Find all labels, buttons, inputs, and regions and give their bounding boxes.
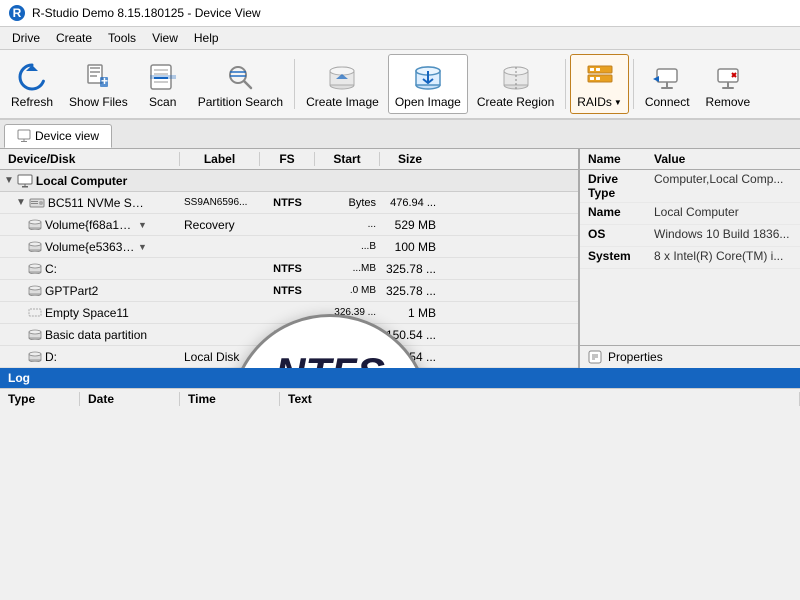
create-region-icon [498, 59, 534, 95]
right-header-value: Value [650, 152, 800, 166]
row-device-name: D: [45, 350, 57, 364]
row-dropdown-arrow[interactable]: ▼ [138, 220, 147, 230]
properties-label: Properties [608, 350, 663, 364]
open-image-button[interactable]: Open Image [388, 54, 468, 114]
header-start: Start [315, 152, 380, 166]
connect-icon [649, 59, 685, 95]
row-dropdown-arrow[interactable]: ▼ [138, 242, 147, 252]
menu-create[interactable]: Create [48, 29, 100, 47]
computer-icon [17, 174, 33, 188]
device-view-tab[interactable]: Device view [4, 124, 112, 148]
row-device-name: Volume{f68a1b5c-... [45, 218, 135, 232]
table-row[interactable]: Volume{e5363825... ▼ ...B 100 MB [0, 236, 578, 258]
title-bar: R R-Studio Demo 8.15.180125 - Device Vie… [0, 0, 800, 27]
table-row[interactable]: C: NTFS ...MB 325.78 ... [0, 258, 578, 280]
volume-icon [28, 351, 42, 362]
create-region-button[interactable]: Create Region [470, 54, 561, 114]
table-row[interactable]: GPTPart2 NTFS .0 MB 325.78 ... [0, 280, 578, 302]
raids-button[interactable]: RAIDs ▼ [570, 54, 629, 114]
right-panel-row: Drive Type Computer,Local Comp... [580, 170, 800, 203]
show-files-icon: + [80, 59, 116, 95]
right-panel-row: OS Windows 10 Build 1836... [580, 225, 800, 247]
log-col-type: Type [0, 392, 80, 406]
remove-button[interactable]: Remove [699, 54, 758, 114]
log-bar: Log [0, 368, 800, 388]
log-footer: Type Date Time Text [0, 388, 800, 409]
svg-text:+: + [101, 74, 108, 88]
header-label: Label [180, 152, 260, 166]
expand-icon[interactable]: ▼ [4, 175, 14, 186]
raids-dropdown-arrow[interactable]: ▼ [614, 98, 622, 107]
right-header-name: Name [580, 152, 650, 166]
volume-icon [28, 219, 42, 230]
right-panel-footer[interactable]: Properties [580, 345, 800, 368]
create-image-icon [324, 59, 360, 95]
expand-icon[interactable]: ▼ [16, 197, 26, 208]
log-col-time: Time [180, 392, 280, 406]
table-row[interactable]: Volume{f68a1b5c-... ▼ Recovery ... 529 M… [0, 214, 578, 236]
row-device-name: Volume{e5363825... [45, 240, 135, 254]
separator-1 [294, 59, 295, 109]
open-image-icon [410, 59, 446, 95]
partition-search-icon [222, 59, 258, 95]
tab-bar: Device view [0, 120, 800, 149]
header-size: Size [380, 152, 440, 166]
partition-search-button[interactable]: Partition Search [191, 54, 290, 114]
toolbar: Refresh + Show Files [0, 50, 800, 120]
group-row-local-computer[interactable]: ▼ Local Computer [0, 170, 578, 192]
show-files-button[interactable]: + Show Files [62, 54, 135, 114]
menu-view[interactable]: View [144, 29, 186, 47]
header-fs: FS [260, 152, 315, 166]
row-device-name: Empty Space11 [45, 306, 129, 320]
right-panel-header: Name Value [580, 149, 800, 170]
header-device: Device/Disk [0, 152, 180, 166]
hdd-icon [29, 197, 45, 209]
volume-icon [28, 329, 42, 340]
raids-icon [582, 59, 618, 95]
scan-icon [145, 59, 181, 95]
table-row[interactable]: Basic data partition BitL... 326.39 ... … [0, 324, 578, 346]
refresh-icon [14, 59, 50, 95]
main-content: Device/Disk Label FS Start Size ▼ [0, 149, 800, 368]
separator-2 [565, 59, 566, 109]
log-label: Log [8, 371, 30, 385]
row-device-name: BC511 NVMe SK hyni... [48, 196, 148, 210]
empty-space-icon [28, 307, 42, 318]
properties-icon [588, 350, 602, 364]
right-panel-row: Name Local Computer [580, 203, 800, 225]
menu-help[interactable]: Help [186, 29, 227, 47]
row-device-name: Basic data partition [45, 328, 147, 342]
volume-icon [28, 285, 42, 296]
volume-icon [28, 241, 42, 252]
log-col-date: Date [80, 392, 180, 406]
right-panel-body: Drive Type Computer,Local Comp... Name L… [580, 170, 800, 345]
table-row[interactable]: ▼ BC511 NVMe SK hyni... SS9AN6596... NTF… [0, 192, 578, 214]
table-header: Device/Disk Label FS Start Size [0, 149, 578, 170]
right-panel: Name Value Drive Type Computer,Local Com… [580, 149, 800, 368]
row-device-name: C: [45, 262, 57, 276]
log-col-text: Text [280, 392, 800, 406]
menu-tools[interactable]: Tools [100, 29, 144, 47]
right-panel-row: System 8 x Intel(R) Core(TM) i... [580, 247, 800, 269]
row-device-name: GPTPart2 [45, 284, 98, 298]
svg-text:R: R [13, 6, 22, 20]
separator-3 [633, 59, 634, 109]
menu-drive[interactable]: Drive [4, 29, 48, 47]
connect-button[interactable]: Connect [638, 54, 697, 114]
volume-icon [28, 263, 42, 274]
table-body: ▼ Local Computer ▼ [0, 170, 578, 368]
window-title: R-Studio Demo 8.15.180125 - Device View [32, 6, 261, 20]
device-view-icon [17, 129, 31, 143]
scan-button[interactable]: Scan [137, 54, 189, 114]
app-icon: R [8, 4, 26, 22]
menu-bar: Drive Create Tools View Help [0, 27, 800, 50]
table-row[interactable]: Empty Space11 326.39 ... 1 MB [0, 302, 578, 324]
create-image-button[interactable]: Create Image [299, 54, 386, 114]
refresh-button[interactable]: Refresh [4, 54, 60, 114]
table-row[interactable]: D: Local Disk NTFS 326.39 ... 150.54 ... [0, 346, 578, 368]
local-computer-label: Local Computer [36, 174, 127, 188]
remove-icon [710, 59, 746, 95]
left-panel: Device/Disk Label FS Start Size ▼ [0, 149, 580, 368]
